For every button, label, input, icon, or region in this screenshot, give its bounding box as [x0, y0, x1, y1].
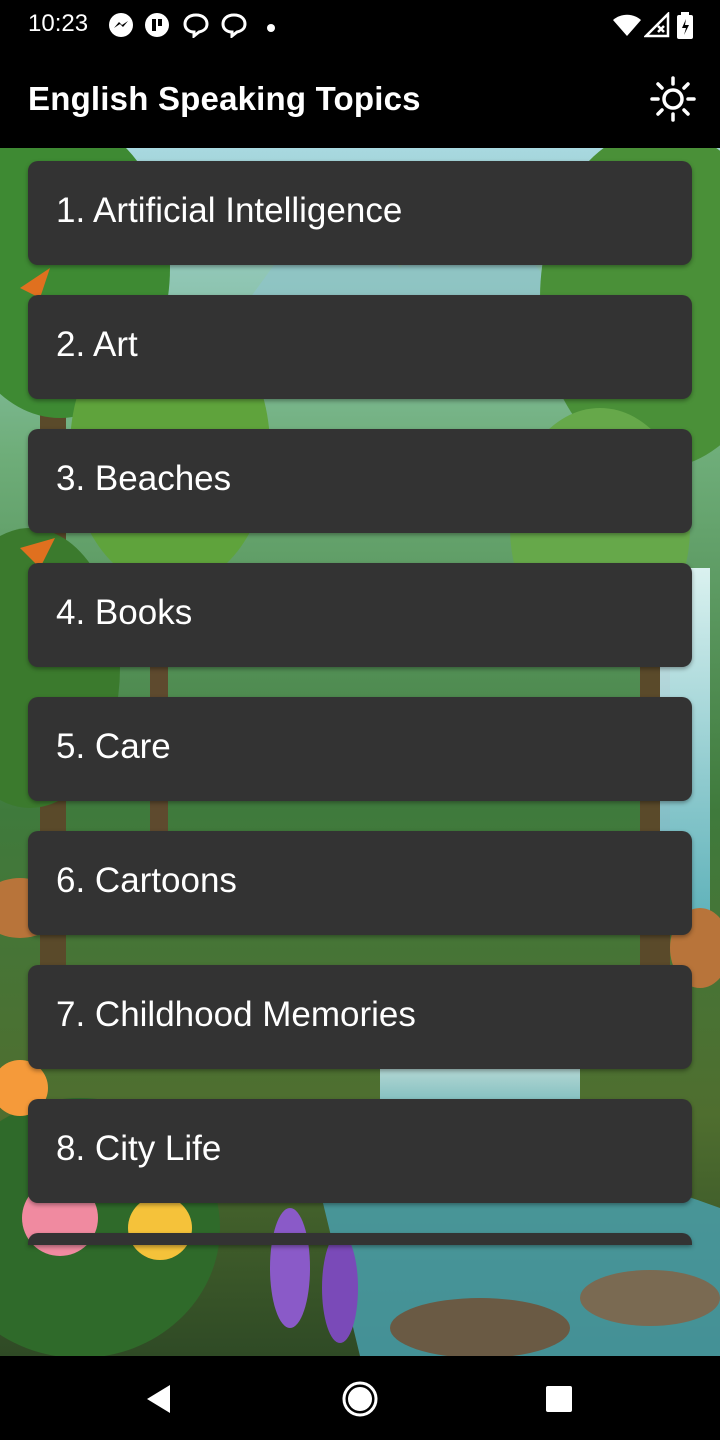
signal-icon: [642, 10, 672, 43]
topic-label: 1. Artificial Intelligence: [56, 191, 403, 230]
topic-label: 7. Childhood Memories: [56, 995, 416, 1034]
sun-icon: [650, 76, 696, 122]
battery-icon: [676, 12, 694, 45]
wifi-icon: [612, 12, 642, 43]
topic-list-item[interactable]: [28, 1233, 692, 1245]
topic-list-item[interactable]: 4. Books: [28, 563, 692, 667]
navigation-bar: [0, 1356, 720, 1440]
topic-label: 6. Cartoons: [56, 861, 237, 900]
topic-list-item[interactable]: 2. Art: [28, 295, 692, 399]
theme-toggle-button[interactable]: [648, 74, 698, 124]
app-bar: English Speaking Topics: [0, 52, 720, 148]
recents-icon: [546, 1386, 572, 1412]
dot-icon: [266, 20, 276, 38]
back-button[interactable]: [134, 1374, 184, 1424]
topic-label: 8. City Life: [56, 1129, 222, 1168]
home-button[interactable]: [335, 1374, 385, 1424]
topic-list-item[interactable]: 7. Childhood Memories: [28, 965, 692, 1069]
back-icon: [147, 1385, 170, 1413]
topic-list-item[interactable]: 8. City Life: [28, 1099, 692, 1203]
status-time: 10:23: [28, 10, 89, 37]
topics-list-container[interactable]: 1. Artificial Intelligence 2. Art 3. Bea…: [0, 148, 720, 1356]
topic-label: 2. Art: [56, 325, 138, 364]
topic-label: 3. Beaches: [56, 459, 232, 498]
chat-bubble-icon: [182, 12, 210, 43]
topic-list-item[interactable]: 3. Beaches: [28, 429, 692, 533]
topic-list-item[interactable]: 5. Care: [28, 697, 692, 801]
recents-button[interactable]: [534, 1374, 584, 1424]
home-icon: [342, 1381, 378, 1417]
topic-list-item[interactable]: 6. Cartoons: [28, 831, 692, 935]
app-notification-icon: [144, 12, 170, 43]
page-title: English Speaking Topics: [28, 80, 421, 117]
topic-label: 4. Books: [56, 593, 193, 632]
topic-list-item[interactable]: 1. Artificial Intelligence: [28, 161, 692, 265]
chat-bubble-icon: [220, 12, 248, 43]
status-bar: 10:23: [0, 0, 720, 52]
messenger-icon: [108, 12, 134, 43]
topic-label: 5. Care: [56, 727, 171, 766]
